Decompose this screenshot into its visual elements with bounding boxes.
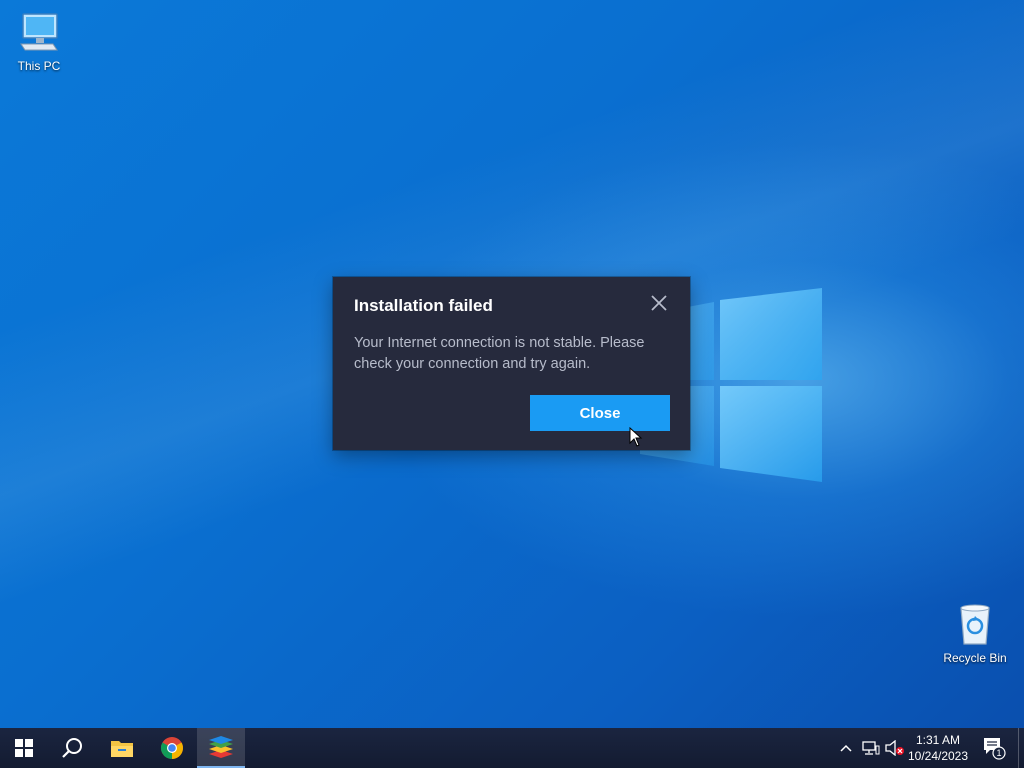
- dialog-close-icon[interactable]: [649, 293, 669, 313]
- chrome-icon: [161, 737, 183, 759]
- dialog-message: Your Internet connection is not stable. …: [354, 335, 645, 372]
- clock-date: 10/24/2023: [907, 749, 969, 763]
- file-explorer-button[interactable]: [98, 728, 146, 768]
- notification-count-badge: 1: [996, 748, 1002, 758]
- installation-failed-dialog: Installation failed Your Internet connec…: [333, 277, 690, 450]
- show-desktop-button[interactable]: [1018, 728, 1024, 768]
- bluestacks-icon: [209, 736, 233, 758]
- taskbar: 1:31 AM 10/24/2023 1: [0, 728, 1024, 768]
- desktop-icon-recycle-bin[interactable]: Recycle Bin: [937, 602, 1013, 665]
- action-center-button[interactable]: 1: [978, 734, 1008, 762]
- volume-muted-icon[interactable]: [885, 738, 905, 758]
- desktop-icon-label: Recycle Bin: [943, 651, 1007, 665]
- dialog-title: Installation failed: [354, 296, 493, 315]
- close-button[interactable]: Close: [530, 395, 670, 431]
- chrome-button[interactable]: [148, 728, 196, 768]
- show-hidden-icons-chevron-up-icon[interactable]: [836, 738, 856, 758]
- system-clock[interactable]: 1:31 AM 10/24/2023: [906, 732, 970, 764]
- search-icon: [62, 738, 82, 758]
- clock-time: 1:31 AM: [915, 733, 961, 747]
- notification-icon: [984, 738, 1006, 760]
- bluestacks-button[interactable]: [197, 728, 245, 768]
- computer-icon: [20, 13, 58, 51]
- start-button[interactable]: [0, 728, 48, 768]
- recycle-bin-icon: [960, 604, 990, 645]
- network-icon[interactable]: [861, 738, 881, 758]
- desktop-icon-this-pc[interactable]: This PC: [1, 10, 77, 73]
- desktop-icon-label: This PC: [17, 59, 61, 73]
- windows-logo-icon: [15, 739, 33, 757]
- folder-icon: [111, 741, 133, 757]
- search-button[interactable]: [48, 728, 96, 768]
- mouse-cursor-icon: [629, 427, 643, 447]
- desktop: This PC Recycle Bin Installation failed …: [0, 0, 1024, 728]
